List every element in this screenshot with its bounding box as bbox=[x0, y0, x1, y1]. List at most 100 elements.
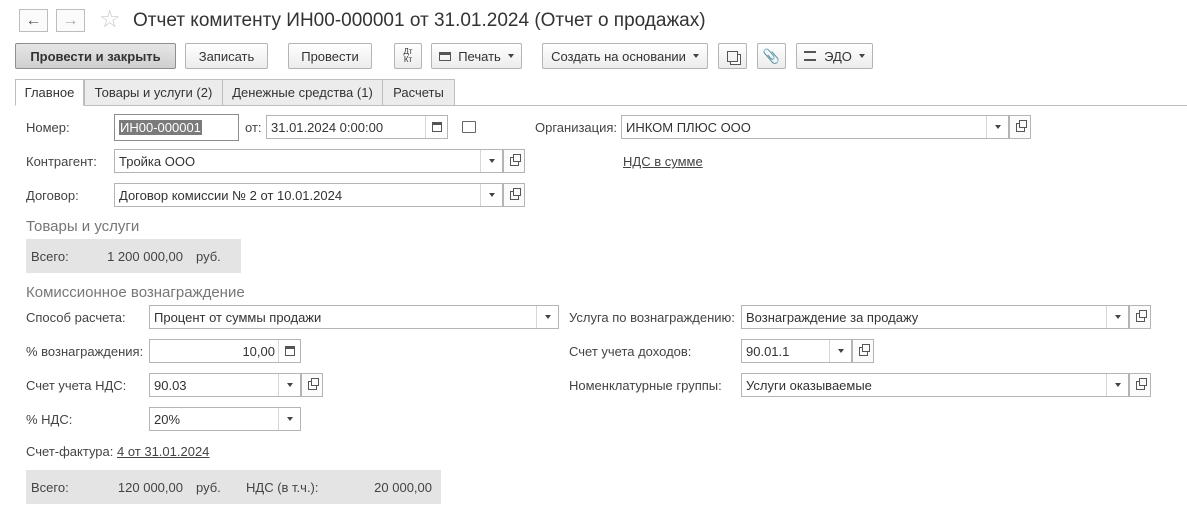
open-icon bbox=[1135, 309, 1147, 322]
create-based-on-label: Создать на основании bbox=[551, 48, 686, 64]
number-field[interactable]: ИН00-000001 bbox=[114, 114, 239, 141]
calculator-button[interactable] bbox=[278, 340, 300, 362]
commission-total-label: Всего: bbox=[31, 480, 69, 495]
print-label: Печать bbox=[458, 48, 501, 64]
chevron-down-icon bbox=[507, 54, 514, 58]
income-account-open-button[interactable] bbox=[852, 339, 874, 363]
percent-field[interactable]: 10,00 bbox=[149, 339, 301, 363]
page-title: Отчет комитенту ИН00-000001 от 31.01.202… bbox=[133, 10, 706, 31]
service-open-button[interactable] bbox=[1129, 305, 1151, 329]
service-value: Вознаграждение за продажу bbox=[746, 309, 919, 325]
post-button[interactable]: Провести bbox=[288, 43, 372, 69]
calendar-button[interactable] bbox=[425, 116, 447, 138]
tab-goods-services[interactable]: Товары и услуги (2) bbox=[84, 79, 223, 106]
contractor-value: Тройка ООО bbox=[119, 153, 196, 169]
edo-button[interactable]: ЭДО bbox=[796, 43, 873, 69]
organization-value: ИНКОМ ПЛЮС ООО bbox=[626, 119, 751, 135]
organization-field[interactable]: ИНКОМ ПЛЮС ООО bbox=[621, 115, 1009, 139]
vat-account-label: Счет учета НДС: bbox=[26, 378, 127, 393]
income-account-label: Счет учета доходов: bbox=[569, 344, 692, 359]
structure-button[interactable] bbox=[718, 43, 747, 69]
contract-label: Договор: bbox=[26, 188, 79, 203]
chevron-down-icon bbox=[1114, 383, 1121, 387]
contractor-dropdown[interactable] bbox=[480, 150, 502, 172]
calc-method-dropdown[interactable] bbox=[536, 306, 558, 328]
vat-rate-value: 20% bbox=[154, 411, 181, 427]
calc-method-label: Способ расчета: bbox=[26, 310, 126, 325]
post-and-close-button[interactable]: Провести и закрыть bbox=[15, 43, 176, 69]
calendar-icon bbox=[431, 122, 442, 132]
organization-label: Организация: bbox=[535, 120, 618, 135]
income-account-value: 90.01.1 bbox=[746, 343, 790, 359]
back-button[interactable]: ← bbox=[19, 9, 48, 32]
save-button[interactable]: Записать bbox=[185, 43, 268, 69]
dt-kt-button[interactable]: Дт Кт bbox=[394, 43, 422, 69]
chevron-down-icon bbox=[994, 125, 1001, 129]
tab-main[interactable]: Главное bbox=[15, 79, 84, 106]
nomenclature-groups-dropdown[interactable] bbox=[1106, 374, 1128, 396]
vat-account-value: 90.03 bbox=[154, 377, 187, 393]
vat-included-label: НДС (в т.ч.): bbox=[246, 480, 319, 495]
service-field[interactable]: Вознаграждение за продажу bbox=[741, 305, 1129, 329]
vat-account-dropdown[interactable] bbox=[278, 374, 300, 396]
contractor-open-button[interactable] bbox=[503, 149, 525, 173]
vat-account-open-button[interactable] bbox=[301, 373, 323, 397]
service-dropdown[interactable] bbox=[1106, 306, 1128, 328]
tab-cash[interactable]: Денежные средства (1) bbox=[222, 79, 383, 106]
number-label: Номер: bbox=[26, 120, 70, 135]
date-value: 31.01.2024 0:00:00 bbox=[271, 119, 384, 135]
nomenclature-groups-label: Номенклатурные группы: bbox=[569, 378, 722, 393]
contract-open-button[interactable] bbox=[503, 183, 525, 207]
income-account-field[interactable]: 90.01.1 bbox=[741, 339, 852, 363]
calc-method-field[interactable]: Процент от суммы продажи bbox=[149, 305, 559, 329]
paperclip-icon: 📎 bbox=[762, 47, 781, 64]
nomenclature-groups-open-button[interactable] bbox=[1129, 373, 1151, 397]
create-based-on-button[interactable]: Создать на основании bbox=[542, 43, 708, 69]
chevron-down-icon bbox=[286, 383, 293, 387]
goods-total-currency: руб. bbox=[196, 249, 221, 264]
income-account-dropdown[interactable] bbox=[829, 340, 851, 362]
nomenclature-groups-value: Услуги оказываемые bbox=[746, 377, 872, 393]
open-icon bbox=[307, 377, 319, 390]
contractor-field[interactable]: Тройка ООО bbox=[114, 149, 503, 173]
organization-dropdown[interactable] bbox=[986, 116, 1008, 138]
vat-in-sum-link[interactable]: НДС в сумме bbox=[623, 154, 703, 169]
percent-value: 10,00 bbox=[242, 343, 275, 359]
nomenclature-groups-field[interactable]: Услуги оказываемые bbox=[741, 373, 1129, 397]
vat-rate-field[interactable]: 20% bbox=[149, 407, 301, 431]
calc-method-value: Процент от суммы продажи bbox=[154, 309, 322, 325]
chevron-down-icon bbox=[544, 315, 551, 319]
service-label: Услуга по вознаграждению: bbox=[569, 310, 735, 325]
commission-total-currency: руб. bbox=[196, 480, 221, 495]
chevron-down-icon bbox=[488, 159, 495, 163]
goods-total-label: Всего: bbox=[31, 249, 69, 264]
contract-dropdown[interactable] bbox=[480, 184, 502, 206]
vat-included-value: 20 000,00 bbox=[374, 480, 432, 495]
date-field[interactable]: 31.01.2024 0:00:00 bbox=[266, 115, 448, 139]
edo-icon bbox=[804, 51, 817, 61]
comment-icon[interactable] bbox=[462, 121, 476, 133]
percent-label: % вознаграждения: bbox=[26, 344, 144, 359]
calculator-icon bbox=[284, 346, 295, 356]
chevron-down-icon bbox=[488, 193, 495, 197]
invoice-label: Счет-фактура: bbox=[26, 444, 114, 459]
chevron-down-icon bbox=[1114, 315, 1121, 319]
contract-value: Договор комиссии № 2 от 10.01.2024 bbox=[119, 187, 343, 203]
contractor-label: Контрагент: bbox=[26, 154, 97, 169]
vat-rate-label: % НДС: bbox=[26, 412, 73, 427]
vat-rate-dropdown[interactable] bbox=[278, 408, 300, 430]
goods-section-title: Товары и услуги bbox=[26, 218, 140, 235]
organization-open-button[interactable] bbox=[1009, 115, 1031, 139]
commission-total-value: 120 000,00 bbox=[117, 480, 183, 495]
open-icon bbox=[1135, 377, 1147, 390]
invoice-link[interactable]: 4 от 31.01.2024 bbox=[117, 444, 209, 459]
print-button[interactable]: Печать bbox=[431, 43, 522, 69]
contract-field[interactable]: Договор комиссии № 2 от 10.01.2024 bbox=[114, 183, 503, 207]
tab-settlements[interactable]: Расчеты bbox=[382, 79, 455, 106]
open-icon bbox=[509, 153, 521, 166]
vat-account-field[interactable]: 90.03 bbox=[149, 373, 301, 397]
forward-button[interactable]: → bbox=[56, 9, 85, 32]
goods-total-value: 1 200 000,00 bbox=[107, 249, 183, 264]
favorite-star-icon[interactable]: ☆ bbox=[99, 6, 121, 34]
attach-button[interactable]: 📎 bbox=[757, 43, 786, 69]
